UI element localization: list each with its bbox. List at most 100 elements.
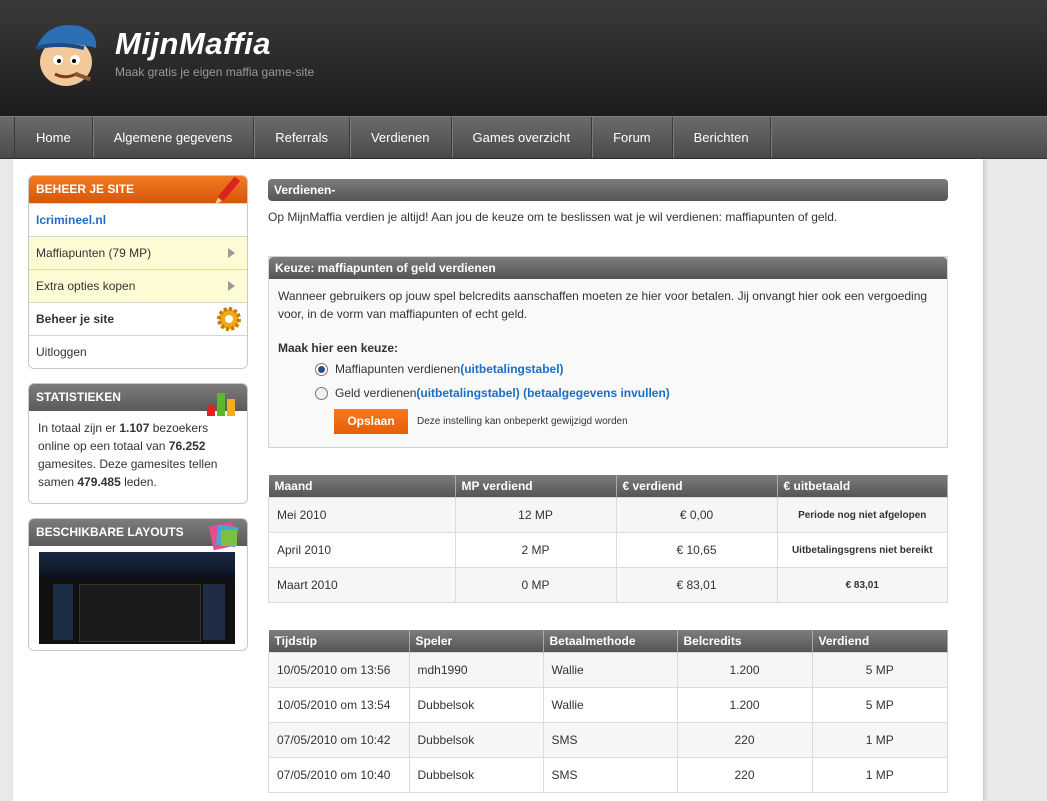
preview-content: [79, 584, 201, 642]
cell-speler: mdh1990: [408, 652, 544, 688]
radio-maffiapunten[interactable]: [315, 362, 328, 376]
option-maffiapunten[interactable]: Maffiapunten verdienen (uitbetalingstabe…: [315, 362, 564, 376]
nav-games-overzicht[interactable]: Games overzicht: [452, 117, 593, 158]
sites-count: 76.252: [168, 439, 206, 453]
col-belcredits: Belcredits: [677, 630, 813, 653]
cell-methode: SMS: [542, 757, 678, 793]
header: MijnMaffia Maak gratis je eigen maffia g…: [0, 0, 1047, 116]
cell-uitbetaald: Periode nog niet afgelopen: [776, 497, 948, 533]
cell-belcredits: 220: [676, 757, 813, 793]
sidebar-item-label: Extra opties kopen: [36, 279, 136, 293]
stats-text: In totaal zijn er 1.107 bezoekers online…: [29, 411, 247, 499]
cell-methode: Wallie: [542, 652, 678, 688]
layouts-box: BESCHIKBARE LAYOUTS: [28, 518, 248, 651]
stats-text-part: In totaal zijn er: [38, 421, 120, 435]
pencil-icon: [215, 176, 241, 204]
nav-verdienen[interactable]: Verdienen: [350, 117, 452, 158]
sidebar-item-beheer[interactable]: Beheer je site: [29, 302, 247, 335]
col-euro-uitbetaald: € uitbetaald: [777, 475, 948, 498]
cell-uitbetaald: € 83,01: [776, 567, 948, 603]
cell-tijdstip: 07/05/2010 om 10:40: [268, 757, 410, 793]
main-nav: Home Algemene gegevens Referrals Verdien…: [0, 116, 1047, 159]
chevron-right-icon: [228, 248, 235, 258]
table-row: 10/05/2010 om 13:54 Dubbelsok Wallie 1.2…: [268, 687, 948, 723]
nav-home[interactable]: Home: [14, 117, 93, 158]
option-maffiapunten-label: Maffiapunten verdienen: [335, 362, 461, 376]
members-count: 479.485: [77, 475, 121, 489]
cell-mp: 0 MP: [454, 567, 617, 603]
choice-header: Keuze: maffiapunten of geld verdienen: [269, 257, 947, 279]
nav-forum[interactable]: Forum: [592, 117, 673, 158]
cell-speler: Dubbelsok: [408, 722, 544, 758]
betaalgegevens-link[interactable]: (betaalgegevens invullen): [523, 386, 670, 400]
sidebar-item-extra-opties[interactable]: Extra opties kopen: [29, 269, 247, 302]
cell-mp: 2 MP: [454, 532, 617, 568]
preview-sky: [39, 552, 235, 578]
cell-belcredits: 220: [676, 722, 813, 758]
sidebar-item-label: Maffiapunten (79 MP): [36, 246, 152, 260]
table-row: 07/05/2010 om 10:42 Dubbelsok SMS 220 1 …: [268, 722, 948, 758]
table-header-row: Tijdstip Speler Betaalmethode Belcredits…: [268, 630, 948, 653]
visitors-count: 1.107: [119, 421, 150, 435]
choice-description: Wanneer gebruikers op jouw spel belcredi…: [278, 289, 928, 321]
cell-verdiend: 1 MP: [811, 722, 948, 758]
layout-preview-thumbnail[interactable]: [39, 552, 235, 644]
stats-title: STATISTIEKEN: [36, 390, 121, 404]
col-betaalmethode: Betaalmethode: [543, 630, 678, 653]
col-mp-verdiend: MP verdiend: [455, 475, 617, 498]
cell-verdiend: 5 MP: [811, 652, 948, 688]
save-button[interactable]: Opslaan: [334, 409, 408, 434]
col-maand: Maand: [268, 475, 456, 498]
layouts-title: BESCHIKBARE LAYOUTS: [36, 525, 184, 539]
manage-site-box: BEHEER JE SITE Icrimineel.nl Maffiapunte…: [28, 175, 248, 369]
table-row: Mei 2010 12 MP € 0,00 Periode nog niet a…: [268, 497, 948, 533]
cell-uitbetaald: Uitbetalingsgrens niet bereikt: [776, 532, 948, 568]
chevron-right-icon: [228, 281, 235, 291]
save-note: Deze instelling kan onbeperkt gewijzigd …: [417, 416, 628, 427]
layouts-header: BESCHIKBARE LAYOUTS: [29, 519, 247, 551]
cell-tijdstip: 07/05/2010 om 10:42: [268, 722, 410, 758]
choice-panel: Keuze: maffiapunten of geld verdienen Wa…: [268, 256, 948, 448]
site-title[interactable]: MijnMaffia: [115, 26, 271, 62]
manage-site-title: BEHEER JE SITE: [36, 182, 135, 196]
table-row: 10/05/2010 om 13:56 mdh1990 Wallie 1.200…: [268, 652, 948, 688]
col-speler: Speler: [409, 630, 544, 653]
mascot-logo-icon[interactable]: [28, 18, 100, 90]
col-tijdstip: Tijdstip: [268, 630, 410, 653]
table-row: Maart 2010 0 MP € 83,01 € 83,01: [268, 567, 948, 603]
stats-text-part: leden.: [120, 475, 157, 489]
palette-icon: [208, 521, 239, 551]
payments-table: Tijdstip Speler Betaalmethode Belcredits…: [268, 630, 948, 793]
sidebar-item-label: Uitloggen: [36, 345, 87, 359]
cell-belcredits: 1.200: [676, 687, 813, 723]
cell-verdiend: 1 MP: [811, 757, 948, 793]
table-row: 07/05/2010 om 10:40 Dubbelsok SMS 220 1 …: [268, 757, 948, 793]
cell-speler: Dubbelsok: [408, 757, 544, 793]
sidebar-site-link[interactable]: Icrimineel.nl: [29, 203, 247, 236]
bar-chart-icon: [207, 393, 235, 416]
site-link-text[interactable]: Icrimineel.nl: [36, 213, 106, 227]
nav-berichten[interactable]: Berichten: [673, 117, 771, 158]
nav-algemene-gegevens[interactable]: Algemene gegevens: [93, 117, 255, 158]
sidebar-item-uitloggen[interactable]: Uitloggen: [29, 335, 247, 368]
preview-right-column: [203, 584, 225, 640]
page-title: Verdienen-: [274, 183, 336, 197]
cell-tijdstip: 10/05/2010 om 13:56: [268, 652, 410, 688]
choice-prompt: Maak hier een keuze:: [278, 341, 399, 355]
uitbetalingstabel-link-2[interactable]: (uitbetalingstabel): [416, 386, 519, 400]
cell-tijdstip: 10/05/2010 om 13:54: [268, 687, 410, 723]
radio-geld[interactable]: [315, 386, 328, 400]
sidebar-item-maffiapunten[interactable]: Maffiapunten (79 MP): [29, 236, 247, 269]
page-title-bar: Verdienen-: [268, 179, 948, 201]
uitbetalingstabel-link-1[interactable]: (uitbetalingstabel): [460, 362, 563, 376]
sidebar-item-label: Beheer je site: [36, 312, 115, 326]
intro-text: Op MijnMaffia verdien je altijd! Aan jou…: [268, 210, 838, 224]
cell-maand: Maart 2010: [268, 567, 456, 603]
nav-referrals[interactable]: Referrals: [254, 117, 350, 158]
option-geld[interactable]: Geld verdienen (uitbetalingstabel) (beta…: [315, 386, 670, 400]
cell-verdiend: 5 MP: [811, 687, 948, 723]
cell-euro: € 10,65: [615, 532, 778, 568]
preview-sidebar: [53, 584, 73, 640]
stats-box: STATISTIEKEN In totaal zijn er 1.107 bez…: [28, 383, 248, 504]
cell-euro: € 0,00: [615, 497, 778, 533]
